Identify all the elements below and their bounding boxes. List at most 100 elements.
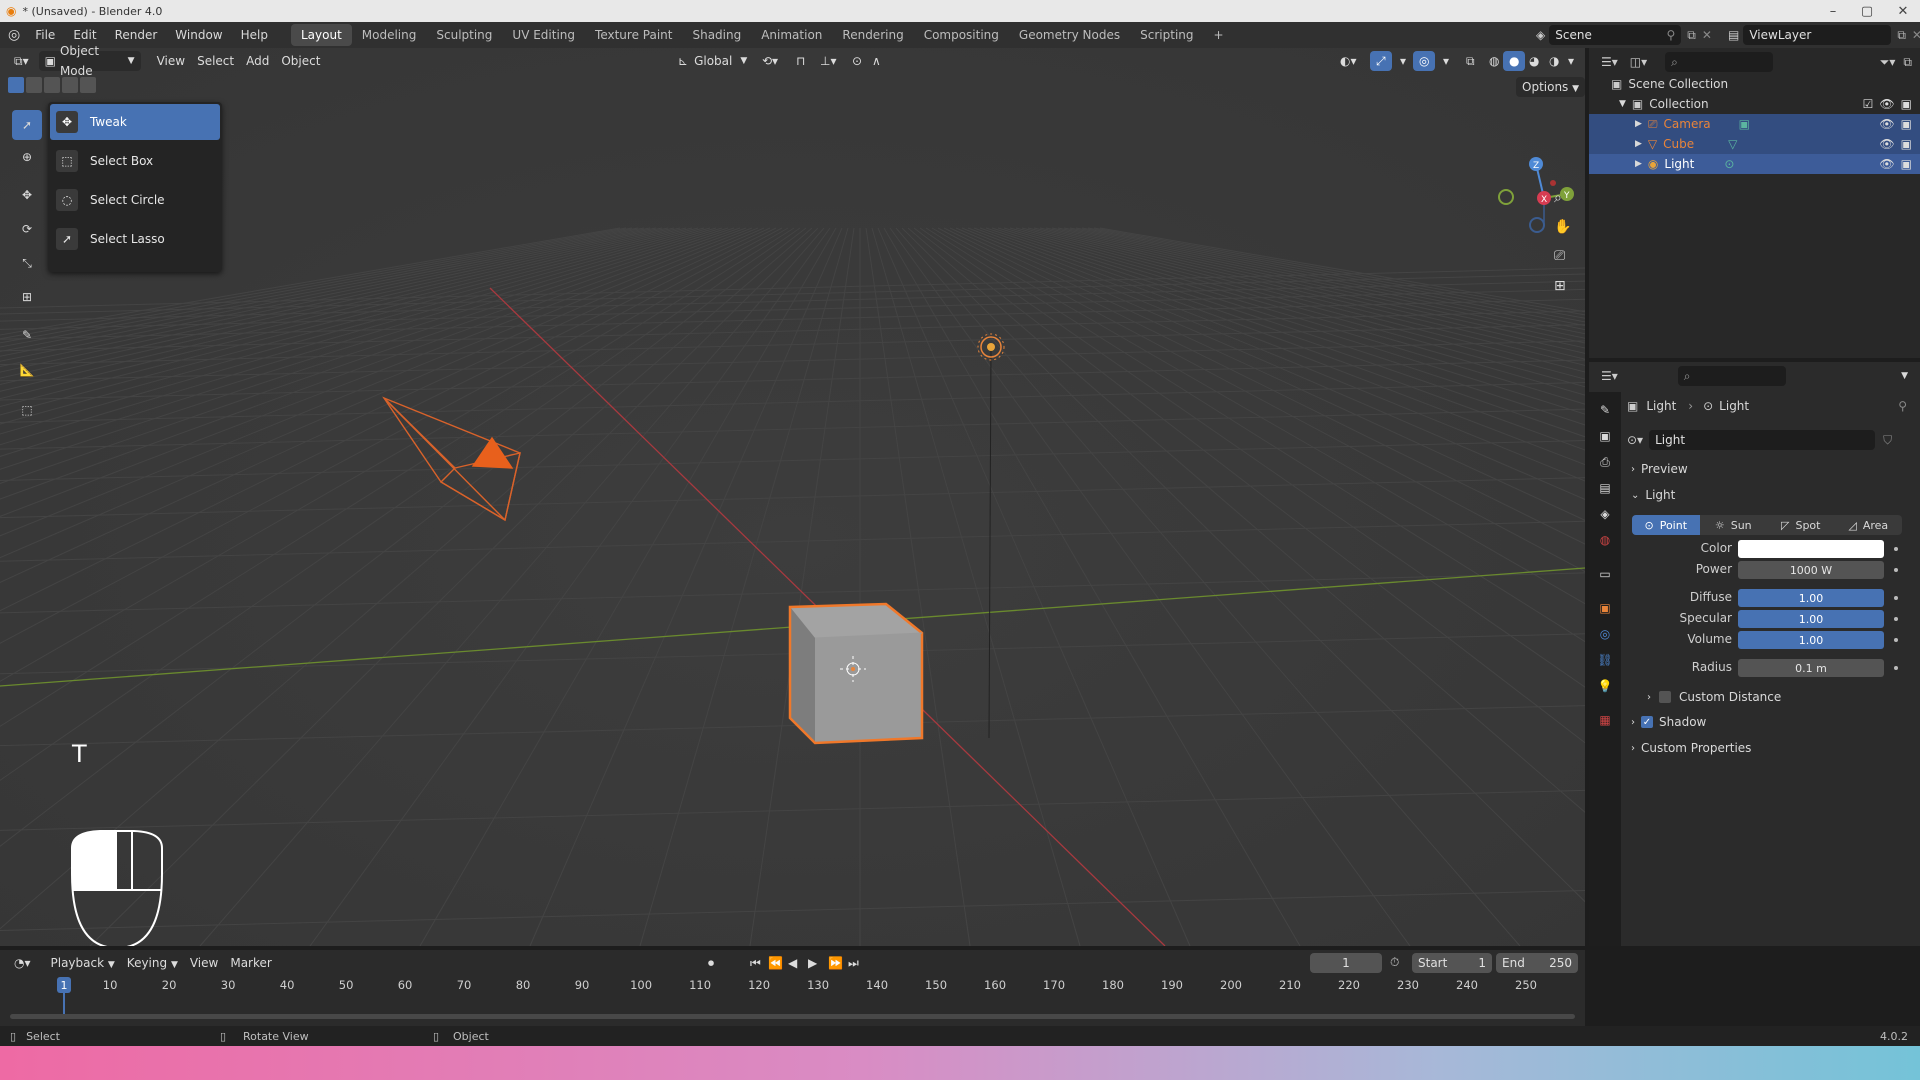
playhead[interactable]: 1 [57,977,71,993]
light-type-point[interactable]: ⊙ Point [1632,515,1700,535]
light-data-tab-icon[interactable]: 💡 [1595,676,1615,696]
eye-icon[interactable]: 👁 [1879,117,1894,131]
select-new-icon[interactable] [8,77,24,93]
object-tab-icon[interactable]: ▣ [1595,598,1615,618]
new-scene-icon[interactable]: ⧉ [1687,28,1696,43]
tab-compositing[interactable]: Compositing [914,24,1009,46]
render-camera-icon[interactable]: ▣ [1901,97,1912,111]
render-camera-icon[interactable]: ▣ [1901,157,1912,171]
world-tab-icon[interactable]: ◍ [1595,530,1615,550]
current-frame-field[interactable]: 1 [1310,953,1382,973]
snap-icon[interactable]: ⊓ [790,51,811,71]
light-type-area[interactable]: ◿ Area [1835,515,1903,535]
tab-animation[interactable]: Animation [751,24,832,46]
gizmo-dropdown-icon[interactable]: ▾ [1394,51,1412,71]
timeline-editor-icon[interactable]: ◔▾ [8,953,37,973]
options-dropdown[interactable]: Options ▼ [1516,77,1586,97]
pan-hand-icon[interactable]: ✋ [1554,219,1574,239]
keyframe-dot-icon[interactable] [1894,568,1898,572]
texture-tab-icon[interactable]: ▦ [1595,710,1615,730]
overlay-dropdown-icon[interactable]: ▾ [1437,51,1455,71]
expand-arrow-icon[interactable]: ▶ [1635,119,1642,129]
jump-end-icon[interactable]: ⏭ [842,953,865,973]
gizmo-toggle-icon[interactable]: ⤢ [1370,51,1392,71]
transform-orientation-dropdown[interactable]: ⊾ Global ▼ [672,51,753,71]
eye-icon[interactable]: 👁 [1879,97,1894,111]
auto-keying-icon[interactable]: ⏺ [702,953,720,973]
section-preview[interactable]: › Preview [1631,462,1688,476]
timeline-menu-marker[interactable]: Marker [224,953,277,973]
timeline-menu-keying[interactable]: Keying ▼ [121,953,184,973]
tab-scripting[interactable]: Scripting [1130,24,1203,46]
transform-tool-icon[interactable]: ⊞ [12,282,42,312]
editor-type-icon[interactable]: ⧉▾ [8,51,35,71]
popup-item-select-lasso[interactable]: ➚ Select Lasso [50,221,220,257]
shadow-checkbox[interactable]: ✓ [1641,716,1653,728]
mode-dropdown[interactable]: ▣ Object Mode ▼ [38,44,141,78]
keyframe-dot-icon[interactable] [1894,617,1898,621]
light-type-sun[interactable]: ☼ Sun [1700,515,1768,535]
perspective-toggle-icon[interactable]: ⊞ [1554,278,1574,298]
fake-user-shield-icon[interactable]: ⛉ [1883,433,1892,448]
blender-menu-icon[interactable]: ◎ [8,27,20,43]
light-type-icon[interactable]: ⊙▾ [1627,433,1643,447]
minimize-icon[interactable]: – [1818,0,1848,22]
outliner-editor-icon[interactable]: ☰▾ [1601,55,1618,69]
add-workspace-icon[interactable]: + [1204,24,1234,46]
diffuse-slider[interactable]: 1.00 [1738,589,1884,607]
keyframe-dot-icon[interactable] [1894,666,1898,670]
add-cube-tool-icon[interactable]: ⬚ [12,395,42,425]
close-icon[interactable]: ✕ [1888,0,1918,22]
camera-view-icon[interactable]: ⎚ [1554,248,1574,268]
viewport-menu-add[interactable]: Add [240,51,275,71]
display-mode-icon[interactable]: ◫▾ [1630,55,1647,69]
outliner-collection[interactable]: ▼ ▣ Collection ☑ 👁 ▣ [1589,94,1920,114]
outliner-search-input[interactable]: ⌕ [1665,52,1774,72]
select-invert-icon[interactable] [62,77,78,93]
overlay-toggle-icon[interactable]: ◎ [1413,51,1436,71]
radius-field[interactable]: 0.1 m [1738,659,1884,677]
scale-tool-icon[interactable]: ⤡ [12,248,42,278]
play-icon[interactable]: ▶ [802,953,823,973]
outliner-item-light[interactable]: ▶ ◉ Light ⊙ 👁 ▣ [1589,154,1920,174]
outliner-item-cube[interactable]: ▶ ▽ Cube ▽ 👁 ▣ [1589,134,1920,154]
timeline-menu-view[interactable]: View [184,953,224,973]
outliner-scene-collection[interactable]: ▣ Scene Collection [1589,74,1920,94]
view-layer-tab-icon[interactable]: ▤ [1595,478,1615,498]
section-custom-distance[interactable]: › Custom Distance [1647,690,1781,704]
viewport-menu-object[interactable]: Object [275,51,326,71]
menu-help[interactable]: Help [232,24,277,46]
pin-icon[interactable]: ⚲ [1898,399,1907,413]
pin-icon[interactable]: ⚲ [1666,28,1675,42]
expand-arrow-icon[interactable]: ▼ [1619,99,1626,109]
viewlayer-icon[interactable]: ▤ [1728,28,1739,42]
collection-tab-icon[interactable]: ▭ [1595,564,1615,584]
expand-arrow-icon[interactable]: ▶ [1635,159,1642,169]
xray-icon[interactable]: ⧉ [1460,51,1481,71]
select-extend-icon[interactable] [26,77,42,93]
physics-tab-icon[interactable]: ◎ [1595,624,1615,644]
play-reverse-icon[interactable]: ◀ [782,953,803,973]
shading-dropdown-icon[interactable]: ▾ [1562,51,1580,71]
tab-sculpting[interactable]: Sculpting [426,24,502,46]
keyframe-dot-icon[interactable] [1894,638,1898,642]
render-camera-icon[interactable]: ▣ [1901,137,1912,151]
menu-window[interactable]: Window [166,24,231,46]
tab-layout[interactable]: Layout [290,24,352,46]
end-frame-field[interactable]: End 250 [1496,953,1578,973]
remove-viewlayer-icon[interactable]: ✕ [1912,28,1920,42]
color-swatch[interactable] [1738,540,1884,558]
tab-shading[interactable]: Shading [682,24,751,46]
popup-item-select-circle[interactable]: ◌ Select Circle [50,182,220,218]
output-tab-icon[interactable]: ⎙ [1595,452,1615,472]
maximize-icon[interactable]: ▢ [1852,0,1882,22]
keyframe-dot-icon[interactable] [1894,596,1898,600]
viewport-menu-select[interactable]: Select [191,51,240,71]
remove-scene-icon[interactable]: ✕ [1702,28,1712,42]
zoom-icon[interactable]: ⌕ [1554,190,1574,210]
properties-search-input[interactable]: ⌕ [1677,366,1786,386]
pivot-icon[interactable]: ⟲▾ [756,51,784,71]
outliner-item-camera[interactable]: ▶ ⎚ Camera ▣ 👁 ▣ [1589,114,1920,134]
section-shadow[interactable]: › ✓ Shadow [1631,715,1706,729]
new-viewlayer-icon[interactable]: ⧉ [1897,28,1906,43]
